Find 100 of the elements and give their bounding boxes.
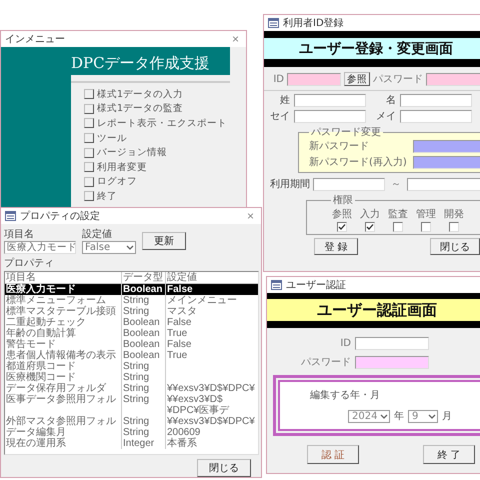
property-row[interactable]: 外部マスタ参照用フォル String ¥¥exsv3¥D$¥DPC¥ bbox=[5, 416, 258, 427]
field-label: 名 bbox=[385, 94, 396, 107]
field-label: ID bbox=[272, 74, 284, 84]
menu-button[interactable] bbox=[84, 133, 94, 144]
menu-item-label: 利用者変更 bbox=[97, 160, 147, 174]
start-date-field[interactable] bbox=[313, 178, 385, 190]
menu-item-label: レポート表示・エクスポート bbox=[97, 116, 227, 130]
checkbox-label: 参照 bbox=[332, 208, 352, 221]
close-button[interactable]: × bbox=[228, 32, 242, 46]
checkbox[interactable] bbox=[449, 222, 459, 232]
property-row[interactable]: 年齢の自動計算 Boolean True bbox=[5, 328, 258, 339]
checkbox-label: 入力 bbox=[360, 208, 380, 221]
unit-label: 月 bbox=[442, 410, 452, 423]
property-row[interactable]: 警告モード Boolean False bbox=[5, 339, 258, 350]
first-name-field[interactable] bbox=[400, 94, 472, 106]
id-field[interactable] bbox=[287, 72, 341, 86]
field-label: セイ bbox=[270, 110, 290, 123]
menu-button[interactable] bbox=[84, 104, 94, 114]
field-label: パスワード bbox=[300, 356, 351, 369]
close-button[interactable]: 閉じる bbox=[430, 238, 480, 255]
form-icon bbox=[271, 280, 282, 290]
window-title: プロパティの設定 bbox=[20, 210, 101, 223]
property-row[interactable]: データ保存用フォルダ String ¥¥exsv3¥D$¥DPC¥ bbox=[5, 383, 258, 394]
group-label: パスワード変更 bbox=[310, 126, 382, 139]
field-label: ID bbox=[339, 338, 351, 349]
field-label: 設定値 bbox=[82, 228, 113, 241]
field-label: 姓 bbox=[279, 94, 290, 107]
property-row[interactable]: 患者個人情報備考の表示 Boolean True bbox=[5, 350, 258, 361]
menu-item-label: ツール bbox=[97, 132, 127, 145]
property-row[interactable]: 標準マスタテーブル接頭 String マスタ bbox=[5, 306, 258, 317]
password-field[interactable] bbox=[426, 72, 480, 86]
checkbox[interactable] bbox=[365, 222, 375, 232]
field-label: 編集する年・月 bbox=[310, 389, 381, 402]
field-label: プロパティ bbox=[4, 256, 55, 270]
property-row[interactable]: 医事データ参照用フォル String ¥¥exsv3¥D$¥DPC¥医事デ bbox=[5, 394, 258, 416]
form-heading: ユーザー認証画面 bbox=[317, 300, 437, 320]
window-title: ユーザー認証 bbox=[286, 278, 347, 292]
property-row[interactable]: 二重起動チェック Boolean False bbox=[5, 317, 258, 328]
checkbox[interactable] bbox=[337, 222, 347, 232]
field-label: 新パスワード(再入力) bbox=[309, 156, 408, 169]
checkbox-label: 監査 bbox=[388, 208, 408, 221]
menu-button[interactable] bbox=[84, 176, 94, 187]
first-kana-field[interactable] bbox=[400, 110, 472, 122]
menu-button[interactable] bbox=[84, 191, 94, 202]
caret-icon bbox=[427, 412, 437, 420]
form-heading: ユーザー登録・変更画面 bbox=[299, 40, 453, 58]
register-button[interactable]: 登 録 bbox=[314, 238, 358, 255]
confirm-password-field[interactable] bbox=[413, 156, 480, 168]
field-label: パスワード bbox=[373, 73, 423, 86]
menu-button[interactable] bbox=[84, 118, 94, 128]
menu-button[interactable] bbox=[84, 89, 94, 100]
window-title: インメニュー bbox=[5, 33, 66, 46]
checkbox[interactable] bbox=[421, 222, 431, 232]
new-password-field[interactable] bbox=[413, 140, 480, 152]
menu-item-label: ログオフ bbox=[97, 175, 137, 188]
caret-icon bbox=[125, 243, 135, 252]
form-icon bbox=[5, 211, 16, 221]
menu-button[interactable] bbox=[84, 162, 94, 172]
form-icon bbox=[268, 18, 279, 28]
range-separator: ～ bbox=[390, 178, 402, 191]
close-button[interactable]: × bbox=[244, 209, 257, 223]
check-icon bbox=[338, 223, 346, 231]
reference-button[interactable]: 参照 bbox=[344, 72, 370, 86]
menu-item-label: 終了 bbox=[97, 190, 117, 203]
last-kana-field[interactable] bbox=[294, 110, 366, 122]
item-name-field[interactable]: 医療入力モード bbox=[4, 241, 76, 254]
check-icon bbox=[366, 223, 374, 231]
property-row[interactable]: 標準メニューフォーム String メインメニュー bbox=[5, 295, 258, 306]
checkbox-label: 管理 bbox=[416, 208, 436, 221]
property-row[interactable]: 現在の運用系 Integer 本番系 bbox=[5, 438, 258, 449]
checkbox-label: 開発 bbox=[444, 208, 464, 221]
id-field[interactable] bbox=[355, 337, 429, 350]
field-label: 利用期間 bbox=[270, 178, 310, 191]
year-dropdown[interactable]: 2024 bbox=[348, 410, 390, 422]
menu-item-label: バージョン情報 bbox=[97, 146, 167, 160]
property-row[interactable]: 医療入力モード Boolean False bbox=[5, 284, 258, 295]
unit-label: 年 bbox=[394, 410, 404, 423]
property-row[interactable]: 医療機関コード String bbox=[5, 372, 258, 383]
property-list[interactable] bbox=[4, 271, 259, 455]
property-row[interactable]: データ編集月 String 200609 bbox=[5, 427, 258, 438]
app-heading: DPCデータ作成支援 bbox=[71, 54, 210, 73]
authenticate-button[interactable]: 認 証 bbox=[307, 445, 359, 464]
group-label: 権限 bbox=[332, 194, 354, 207]
field-label: 新パスワード bbox=[309, 140, 370, 153]
menu-item-label: 様式1データの入力 bbox=[97, 88, 184, 101]
field-label: 項目名 bbox=[4, 228, 35, 241]
end-date-field[interactable] bbox=[407, 178, 480, 190]
field-label: メイ bbox=[375, 110, 396, 123]
month-dropdown[interactable]: 9 bbox=[408, 410, 438, 422]
setting-dropdown[interactable]: False bbox=[82, 241, 136, 254]
last-name-field[interactable] bbox=[294, 94, 366, 106]
window-title: 利用者ID登録 bbox=[283, 16, 345, 30]
property-row[interactable]: 都道府県コード String bbox=[5, 361, 258, 372]
close-button[interactable]: 閉じる bbox=[197, 459, 251, 477]
update-button[interactable]: 更新 bbox=[142, 232, 186, 250]
exit-button[interactable]: 終 了 bbox=[423, 445, 475, 464]
checkbox[interactable] bbox=[393, 222, 403, 232]
password-field[interactable] bbox=[355, 356, 429, 368]
caret-icon bbox=[379, 412, 389, 420]
menu-button[interactable] bbox=[84, 148, 94, 158]
